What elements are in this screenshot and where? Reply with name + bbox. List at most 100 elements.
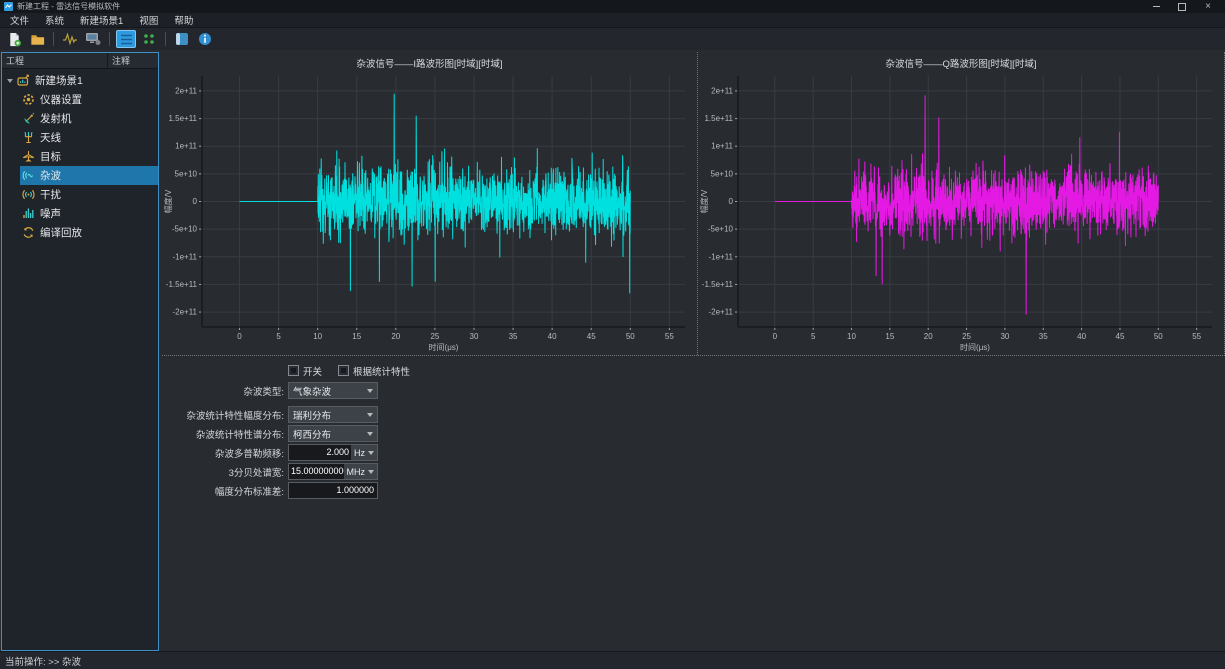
grid-dots-button[interactable] bbox=[139, 30, 159, 48]
tree-item-label: 仪器设置 bbox=[40, 92, 82, 107]
svg-text:0: 0 bbox=[773, 332, 778, 341]
svg-text:55: 55 bbox=[665, 332, 674, 341]
doppler-unit-select[interactable]: Hz bbox=[351, 445, 377, 460]
svg-text:0: 0 bbox=[729, 197, 734, 206]
bandwidth-input[interactable]: 15.000000000 MHz bbox=[288, 463, 378, 480]
chevron-down-icon bbox=[367, 413, 373, 417]
tree-item-target[interactable]: 目标 bbox=[2, 147, 158, 166]
clutter-type-row: 杂波类型: 气象杂波 bbox=[162, 382, 1225, 399]
tree-item-playback[interactable]: 编译回放 bbox=[2, 223, 158, 242]
tree-item-instrument-settings[interactable]: 仪器设置 bbox=[2, 90, 158, 109]
bandwidth-unit-select[interactable]: MHz bbox=[344, 464, 378, 479]
doppler-shift-row: 杂波多普勒频移: 2.000 Hz bbox=[162, 444, 1225, 461]
clutter-icon bbox=[21, 169, 35, 182]
expander-icon[interactable] bbox=[5, 79, 15, 83]
svg-text:5: 5 bbox=[811, 332, 816, 341]
project-tree: 新建场景1 仪器设置 发 bbox=[2, 69, 158, 650]
bandwidth-value[interactable]: 15.000000000 bbox=[289, 464, 344, 479]
toolbar-separator bbox=[53, 32, 54, 46]
tree-item-label: 新建场景1 bbox=[35, 73, 83, 88]
svg-text:时间(μs): 时间(μs) bbox=[429, 342, 459, 352]
chevron-down-icon bbox=[368, 470, 374, 474]
chart-canvas-i[interactable]: 05101520253035404550552e+111.5e+111e+115… bbox=[162, 68, 697, 355]
layout-list-button[interactable] bbox=[116, 30, 136, 48]
svg-text:5e+10: 5e+10 bbox=[711, 169, 734, 178]
chart-panel-q: 杂波信号——Q路波形图[时域][时域] 05101520253035404550… bbox=[698, 52, 1224, 355]
switch-checkbox[interactable]: 开关 bbox=[288, 364, 322, 378]
waveform-button[interactable] bbox=[60, 30, 80, 48]
menu-scene[interactable]: 新建场景1 bbox=[72, 13, 131, 27]
amplitude-dist-select[interactable]: 瑞利分布 bbox=[288, 406, 378, 423]
minimize-button[interactable] bbox=[1143, 0, 1169, 13]
svg-text:-1e+11: -1e+11 bbox=[708, 252, 733, 261]
svg-text:1.5e+11: 1.5e+11 bbox=[168, 114, 197, 123]
device-button[interactable] bbox=[83, 30, 103, 48]
close-icon: × bbox=[1205, 2, 1211, 12]
panel-button[interactable] bbox=[172, 30, 192, 48]
open-project-button[interactable] bbox=[27, 30, 47, 48]
info-button[interactable] bbox=[195, 30, 215, 48]
doppler-shift-value[interactable]: 2.000 bbox=[289, 445, 351, 460]
svg-text:25: 25 bbox=[962, 332, 971, 341]
menu-help[interactable]: 帮助 bbox=[166, 13, 201, 27]
svg-text:0: 0 bbox=[237, 332, 242, 341]
checkbox-icon bbox=[288, 365, 299, 376]
close-button[interactable]: × bbox=[1195, 0, 1221, 13]
svg-text:幅度/V: 幅度/V bbox=[699, 189, 709, 213]
scene-icon bbox=[16, 74, 30, 87]
menu-system[interactable]: 系统 bbox=[37, 13, 72, 27]
main-area: 工程 注释 新建场景1 bbox=[0, 50, 1225, 651]
tree-item-scene-root[interactable]: 新建场景1 bbox=[2, 71, 158, 90]
tree-item-noise[interactable]: 噪声 bbox=[2, 204, 158, 223]
chart-canvas-q[interactable]: 05101520253035404550552e+111.5e+111e+115… bbox=[698, 68, 1224, 355]
svg-text:5e+10: 5e+10 bbox=[175, 169, 198, 178]
chevron-down-icon bbox=[367, 389, 373, 393]
menu-file[interactable]: 文件 bbox=[2, 13, 37, 27]
clutter-settings-form: 开关 根据统计特性 杂波类型: 气象杂波 杂波统计特性 bbox=[162, 356, 1225, 501]
chevron-down-icon bbox=[367, 432, 373, 436]
svg-text:30: 30 bbox=[470, 332, 479, 341]
svg-text:45: 45 bbox=[1116, 332, 1125, 341]
menubar: 文件 系统 新建场景1 视图 帮助 bbox=[0, 13, 1225, 28]
stats-checkbox-label: 根据统计特性 bbox=[353, 364, 410, 378]
menu-view[interactable]: 视图 bbox=[131, 13, 166, 27]
stats-checkbox[interactable]: 根据统计特性 bbox=[338, 364, 410, 378]
new-project-button[interactable] bbox=[4, 30, 24, 48]
spectrum-dist-select[interactable]: 柯西分布 bbox=[288, 425, 378, 442]
tree-item-label: 编译回放 bbox=[40, 225, 82, 240]
svg-text:50: 50 bbox=[626, 332, 635, 341]
folder-icon bbox=[30, 32, 45, 47]
stddev-input[interactable]: 1.000000 bbox=[288, 482, 378, 499]
tree-item-label: 天线 bbox=[40, 130, 61, 145]
device-icon bbox=[85, 32, 101, 46]
svg-text:15: 15 bbox=[885, 332, 894, 341]
minimize-icon bbox=[1153, 6, 1160, 7]
doppler-shift-label: 杂波多普勒频移: bbox=[162, 446, 284, 460]
tree-item-antenna[interactable]: 天线 bbox=[2, 128, 158, 147]
svg-text:30: 30 bbox=[1000, 332, 1009, 341]
tree-item-clutter[interactable]: 杂波 bbox=[2, 166, 158, 185]
tree-item-transmitter[interactable]: 发射机 bbox=[2, 109, 158, 128]
svg-text:25: 25 bbox=[430, 332, 439, 341]
tree-item-label: 目标 bbox=[40, 149, 61, 164]
tree-header-comment: 注释 bbox=[108, 53, 134, 68]
tree-item-label: 发射机 bbox=[40, 111, 72, 126]
svg-text:幅度/V: 幅度/V bbox=[163, 189, 173, 213]
svg-text:时间(μs): 时间(μs) bbox=[960, 342, 990, 352]
grid-dots-icon bbox=[142, 32, 156, 46]
svg-text:2e+11: 2e+11 bbox=[175, 86, 197, 95]
tree-item-jamming[interactable]: 干扰 bbox=[2, 185, 158, 204]
jamming-icon bbox=[21, 188, 35, 201]
svg-text:-2e+11: -2e+11 bbox=[708, 308, 733, 317]
tree-item-label: 杂波 bbox=[40, 168, 61, 183]
svg-text:1.5e+11: 1.5e+11 bbox=[704, 114, 733, 123]
doppler-shift-input[interactable]: 2.000 Hz bbox=[288, 444, 378, 461]
clutter-type-select[interactable]: 气象杂波 bbox=[288, 382, 378, 399]
maximize-button[interactable] bbox=[1169, 0, 1195, 13]
clutter-type-value: 气象杂波 bbox=[293, 384, 331, 398]
panel-icon bbox=[175, 32, 189, 46]
bandwidth-unit-value: MHz bbox=[347, 467, 366, 477]
svg-text:10: 10 bbox=[847, 332, 856, 341]
svg-text:5: 5 bbox=[276, 332, 281, 341]
toolbar-separator bbox=[165, 32, 166, 46]
